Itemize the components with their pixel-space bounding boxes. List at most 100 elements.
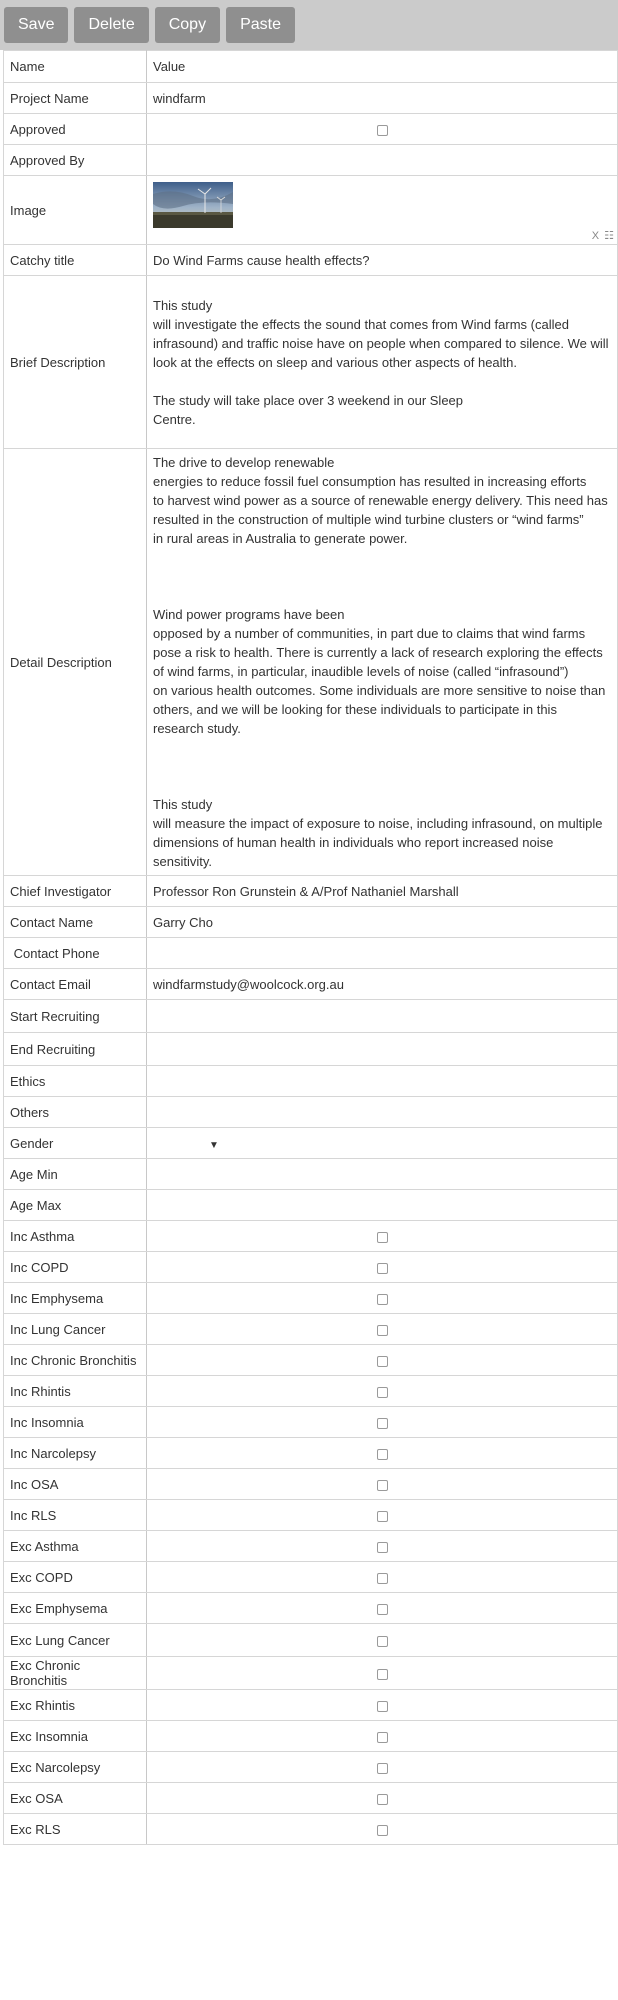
checkbox-row: Inc Rhintis [3, 1375, 618, 1407]
criteria-checkbox[interactable] [376, 1572, 388, 1584]
field-label: Exc Rhintis [3, 1689, 147, 1721]
criteria-checkbox[interactable] [376, 1324, 388, 1336]
chevron-down-icon[interactable]: ▼ [209, 1140, 219, 1151]
field-label: Contact Name [3, 906, 147, 938]
field-label: Inc Insomnia [3, 1406, 147, 1438]
field-label: Exc OSA [3, 1782, 147, 1814]
checkbox-row: Inc RLS [3, 1499, 618, 1531]
criteria-checkbox[interactable] [376, 1448, 388, 1460]
field-label: Age Max [3, 1189, 147, 1221]
field-label: Inc Lung Cancer [3, 1313, 147, 1345]
name-column-header: Name [3, 50, 147, 83]
criteria-checkbox[interactable] [376, 1355, 388, 1367]
field-label: Ethics [3, 1065, 147, 1097]
contact-phone-field[interactable] [146, 937, 618, 969]
save-button[interactable]: Save [4, 7, 69, 43]
criteria-checkbox[interactable] [376, 1731, 388, 1743]
catchy-title-field[interactable]: Do Wind Farms cause health effects? [146, 244, 618, 276]
criteria-checkbox[interactable] [376, 1700, 388, 1712]
field-label: Detail Description [3, 448, 147, 876]
row-contact-name: Contact Name Garry Cho [3, 906, 618, 938]
checkbox-row: Exc RLS [3, 1813, 618, 1845]
checkbox-row: Exc Asthma [3, 1530, 618, 1562]
checkbox-row: Exc Lung Cancer [3, 1623, 618, 1657]
start-recruiting-field[interactable] [146, 999, 618, 1033]
field-label: Exc COPD [3, 1561, 147, 1593]
field-label: Inc Rhintis [3, 1375, 147, 1407]
criteria-checkbox[interactable] [376, 1762, 388, 1774]
checkbox-row: Exc Narcolepsy [3, 1751, 618, 1783]
copy-button[interactable]: Copy [154, 7, 221, 43]
criteria-checkbox[interactable] [376, 1262, 388, 1274]
criteria-checkbox[interactable] [376, 1541, 388, 1553]
others-field[interactable] [146, 1096, 618, 1128]
detail-description-field[interactable]: The drive to develop renewable energies … [153, 449, 611, 875]
gender-select[interactable]: ▼ [146, 1127, 618, 1159]
criteria-checkbox[interactable] [376, 1231, 388, 1243]
contact-name-field[interactable]: Garry Cho [146, 906, 618, 938]
criteria-checkbox[interactable] [376, 1635, 388, 1647]
criteria-checkbox[interactable] [376, 1824, 388, 1836]
field-label: Inc RLS [3, 1499, 147, 1531]
image-cell[interactable]: X ☷ [146, 175, 618, 245]
criteria-checkbox[interactable] [376, 1668, 388, 1680]
checkbox-row: Exc OSA [3, 1782, 618, 1814]
criteria-checkbox[interactable] [376, 1479, 388, 1491]
field-label: Inc Chronic Bronchitis [3, 1344, 147, 1376]
field-label: Inc Emphysema [3, 1282, 147, 1314]
toolbar: Save Delete Copy Paste [0, 0, 618, 50]
checkbox-row: Inc Insomnia [3, 1406, 618, 1438]
field-label: Exc Emphysema [3, 1592, 147, 1624]
end-recruiting-field[interactable] [146, 1032, 618, 1066]
chief-investigator-field[interactable]: Professor Ron Grunstein & A/Prof Nathani… [146, 875, 618, 907]
field-label: Others [3, 1096, 147, 1128]
field-label: Inc Asthma [3, 1220, 147, 1252]
field-label: Catchy title [3, 244, 147, 276]
row-approved-by: Approved By [3, 144, 618, 176]
criteria-checkbox[interactable] [376, 1510, 388, 1522]
checkbox-row: Inc COPD [3, 1251, 618, 1283]
checkbox-row: Inc OSA [3, 1468, 618, 1500]
field-label: Exc Narcolepsy [3, 1751, 147, 1783]
delete-button[interactable]: Delete [74, 7, 149, 43]
row-start-recruiting: Start Recruiting [3, 999, 618, 1033]
criteria-checkbox[interactable] [376, 1417, 388, 1429]
row-gender: Gender ▼ [3, 1127, 618, 1159]
field-label: Brief Description [3, 275, 147, 449]
field-label: Contact Phone [3, 937, 147, 969]
image-controls-icon[interactable]: X ☷ [592, 229, 615, 242]
contact-email-field[interactable]: windfarmstudy@woolcock.org.au [146, 968, 618, 1000]
project-name-field[interactable]: windfarm [146, 82, 618, 114]
criteria-checkbox[interactable] [376, 1386, 388, 1398]
checkbox-row: Exc Rhintis [3, 1689, 618, 1721]
row-others: Others [3, 1096, 618, 1128]
field-label: Approved [3, 113, 147, 145]
checkbox-row: Inc Lung Cancer [3, 1313, 618, 1345]
checkbox-row: Inc Asthma [3, 1220, 618, 1252]
row-catchy-title: Catchy title Do Wind Farms cause health … [3, 244, 618, 276]
approved-checkbox[interactable] [376, 124, 388, 136]
ethics-field[interactable] [146, 1065, 618, 1097]
checkbox-row: Inc Narcolepsy [3, 1437, 618, 1469]
row-image: Image X ☷ [3, 175, 618, 245]
paste-button[interactable]: Paste [226, 7, 295, 43]
row-contact-email: Contact Email windfarmstudy@woolcock.org… [3, 968, 618, 1000]
criteria-checkbox[interactable] [376, 1603, 388, 1615]
field-label: Inc Narcolepsy [3, 1437, 147, 1469]
checkbox-row: Exc Emphysema [3, 1592, 618, 1624]
approved-by-field[interactable] [146, 144, 618, 176]
criteria-checkbox[interactable] [376, 1793, 388, 1805]
wind-farm-image [153, 182, 233, 228]
field-label: Exc RLS [3, 1813, 147, 1845]
field-label: Approved By [3, 144, 147, 176]
row-ethics: Ethics [3, 1065, 618, 1097]
row-contact-phone: Contact Phone [3, 937, 618, 969]
criteria-checkbox[interactable] [376, 1293, 388, 1305]
field-label: Image [3, 175, 147, 245]
age-min-field[interactable] [146, 1158, 618, 1190]
age-max-field[interactable] [146, 1189, 618, 1221]
brief-description-field[interactable]: This study will investigate the effects … [153, 292, 611, 433]
checkbox-row: Exc COPD [3, 1561, 618, 1593]
property-grid: Name Value Project Name windfarm Approve… [3, 50, 618, 1845]
field-label: Contact Email [3, 968, 147, 1000]
